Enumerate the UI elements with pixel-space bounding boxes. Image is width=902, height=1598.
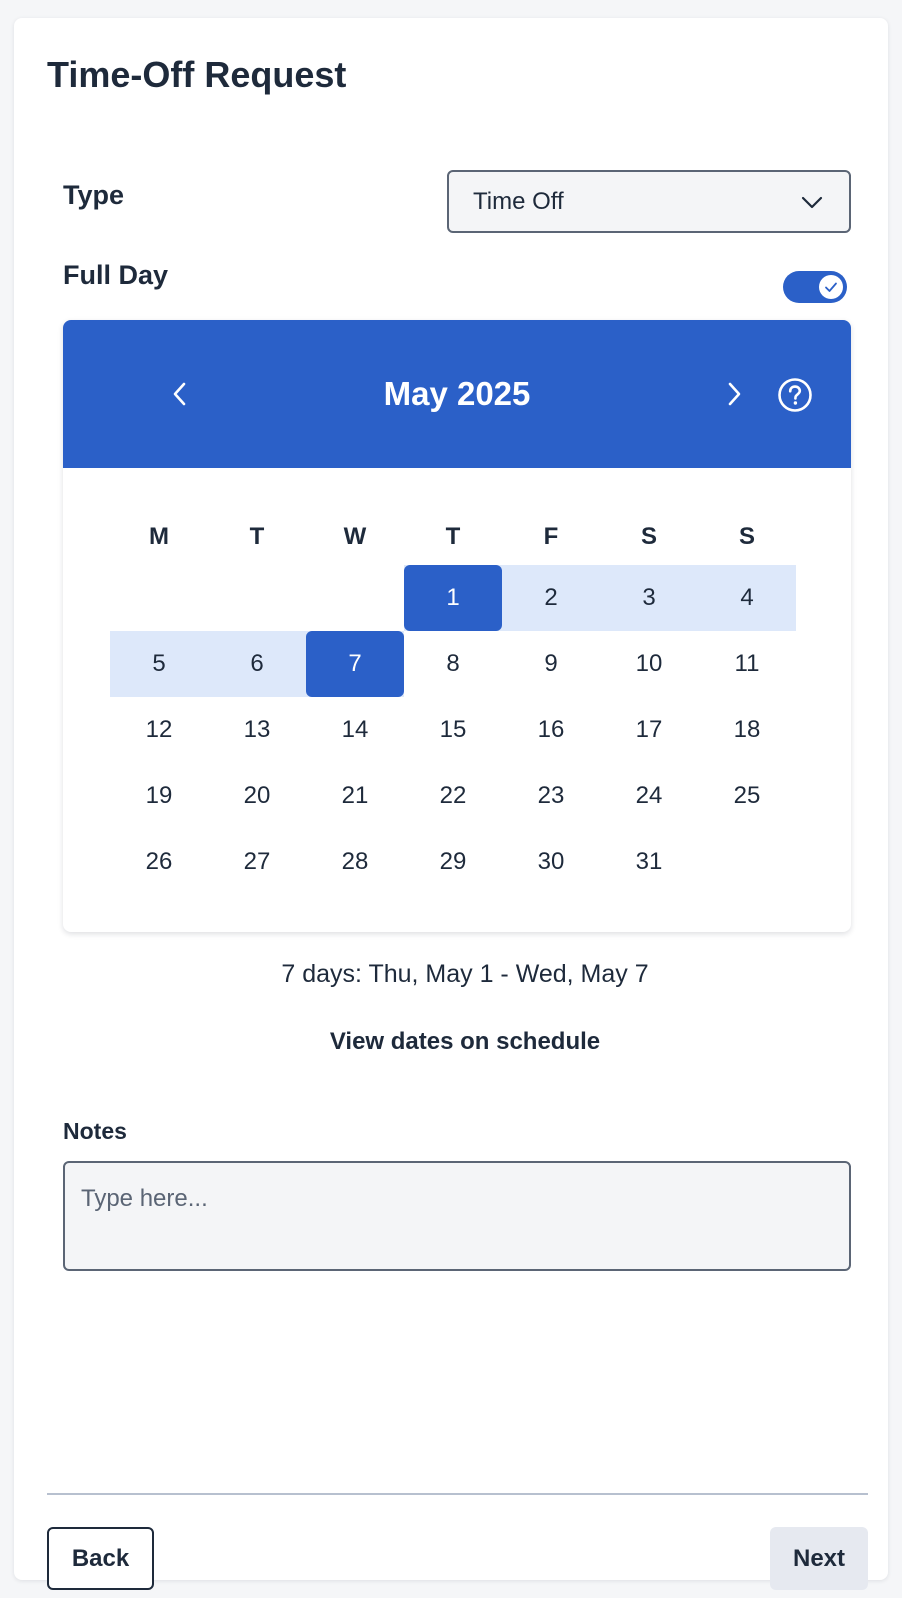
calendar-day[interactable]: 23 <box>502 763 600 829</box>
back-button[interactable]: Back <box>47 1527 154 1590</box>
calendar-day[interactable]: 14 <box>306 697 404 763</box>
view-dates-on-schedule-link[interactable]: View dates on schedule <box>14 1028 902 1056</box>
weekday-header: S <box>640 523 657 550</box>
calendar-day[interactable]: 12 <box>110 697 208 763</box>
calendar-header: May 2025 <box>63 320 851 468</box>
type-select-value: Time Off <box>473 187 564 215</box>
type-label: Type <box>63 180 125 210</box>
calendar-day[interactable]: 26 <box>110 829 208 895</box>
next-month-button[interactable] <box>716 376 752 412</box>
selected-range-summary: 7 days: Thu, May 1 - Wed, May 7 <box>281 960 649 988</box>
calendar-day[interactable]: 2 <box>502 565 600 631</box>
calendar-day[interactable]: 25 <box>698 763 796 829</box>
time-off-request-card: Time-Off Request Type Time Off Full Day … <box>14 18 888 1590</box>
calendar-day[interactable]: 24 <box>600 763 698 829</box>
calendar-day[interactable]: 15 <box>404 697 502 763</box>
footer-divider <box>47 1493 868 1495</box>
calendar-day[interactable]: 11 <box>698 631 796 697</box>
full-day-toggle[interactable] <box>783 271 847 303</box>
range-end-day[interactable]: 7 <box>306 631 404 697</box>
weekday-header: F <box>543 523 559 550</box>
calendar-day[interactable]: 10 <box>600 631 698 697</box>
notes-input[interactable] <box>63 1161 851 1271</box>
calendar-day[interactable]: 6 <box>208 631 306 697</box>
calendar-day[interactable]: 8 <box>404 631 502 697</box>
weekday-header: S <box>738 523 755 550</box>
next-button[interactable]: Next <box>770 1527 868 1590</box>
calendar-day[interactable]: 28 <box>306 829 404 895</box>
type-select[interactable]: Time Off <box>447 170 851 233</box>
weekday-header: T <box>445 523 461 550</box>
range-start-day[interactable]: 1 <box>404 565 502 631</box>
calendar-day[interactable]: 30 <box>502 829 600 895</box>
calendar-day[interactable]: 17 <box>600 697 698 763</box>
calendar-day[interactable]: 16 <box>502 697 600 763</box>
weekday-header: T <box>249 523 265 550</box>
date-range-calendar: May 2025 MTWTFSS 1 2 3 4 5 6 7 8 9 10 11 12 13 14 15 16… <box>63 320 851 932</box>
chevron-right-icon <box>728 382 741 406</box>
notes-label: Notes <box>63 1118 127 1144</box>
calendar-day[interactable]: 3 <box>600 565 698 631</box>
calendar-day[interactable]: 4 <box>698 565 796 631</box>
full-day-label: Full Day <box>63 260 169 290</box>
calendar-day[interactable]: 18 <box>698 697 796 763</box>
weekday-header: M <box>149 523 169 550</box>
calendar-day[interactable]: 29 <box>404 829 502 895</box>
calendar-day[interactable]: 13 <box>208 697 306 763</box>
calendar-day[interactable]: 21 <box>306 763 404 829</box>
page-title: Time-Off Request <box>47 54 347 95</box>
calendar-day[interactable]: 19 <box>110 763 208 829</box>
calendar-day[interactable]: 9 <box>502 631 600 697</box>
calendar-day[interactable]: 20 <box>208 763 306 829</box>
weekday-header: W <box>343 523 367 550</box>
calendar-day[interactable]: 27 <box>208 829 306 895</box>
help-circle-icon[interactable] <box>776 376 814 414</box>
calendar-day[interactable]: 22 <box>404 763 502 829</box>
chevron-down-icon <box>801 196 823 208</box>
check-icon <box>825 282 837 292</box>
toggle-knob <box>819 275 843 299</box>
calendar-day[interactable]: 31 <box>600 829 698 895</box>
calendar-day[interactable]: 5 <box>110 631 208 697</box>
